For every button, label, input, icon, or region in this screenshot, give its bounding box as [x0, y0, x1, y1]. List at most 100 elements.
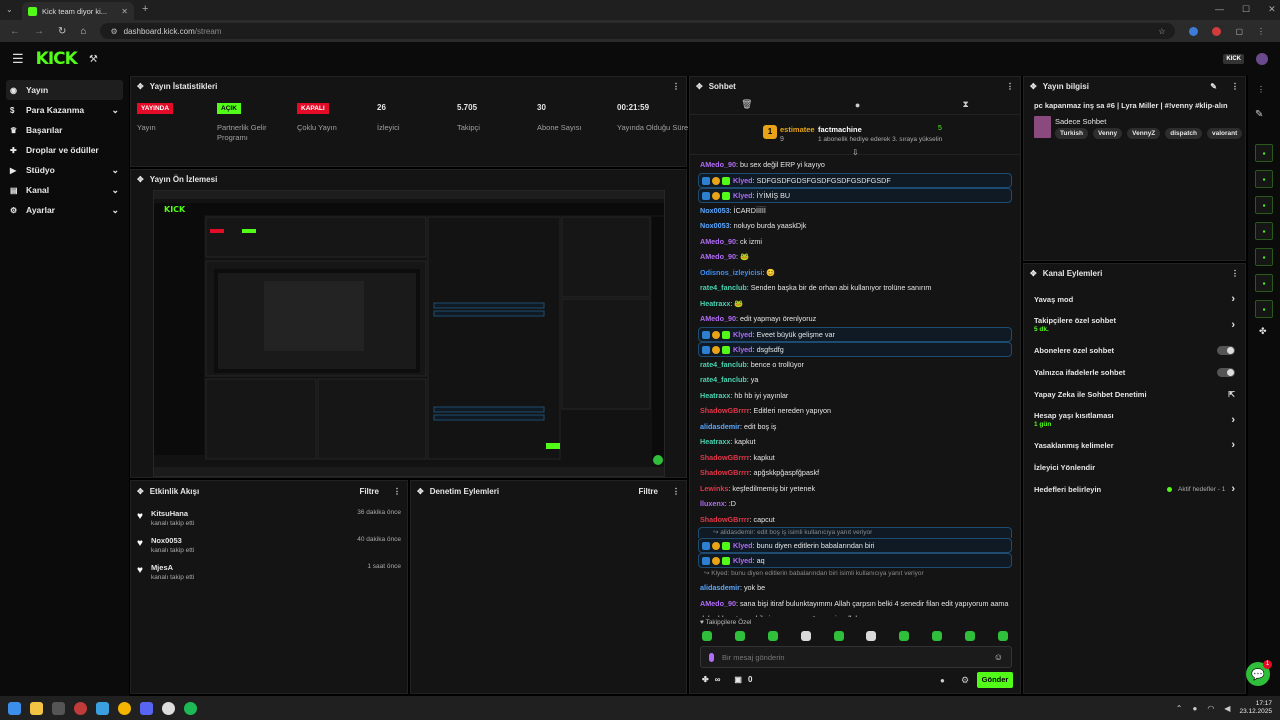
- clock[interactable]: 17:17 23.12.2025: [1239, 700, 1272, 716]
- channel-action-2[interactable]: Abonelere özel sohbet: [1024, 339, 1245, 361]
- emote-icon[interactable]: [932, 631, 943, 641]
- emote-icon[interactable]: [833, 631, 844, 641]
- event-user[interactable]: KitsuHana: [151, 509, 349, 518]
- channel-action-8[interactable]: Hedefleri belirleyin Aktif hedefler - 1 ›: [1024, 478, 1245, 500]
- trash-icon[interactable]: 🗑: [741, 99, 752, 110]
- chat-message[interactable]: Odisnos_izleyicisi: 😊: [690, 265, 1020, 281]
- chat-username[interactable]: rate4_fanclub: [700, 375, 747, 384]
- chat-username[interactable]: rate4_fanclub: [700, 283, 747, 292]
- chat-message[interactable]: Heatraxx: hb hb iyi yayınlar: [690, 388, 1020, 404]
- chat-username[interactable]: Odisnos_izleyicisi: [700, 268, 762, 277]
- avatar[interactable]: [1256, 53, 1268, 65]
- panel-menu-icon[interactable]: ⋮: [1231, 269, 1239, 278]
- chat-message[interactable]: ShadowGBrrrr: capcut: [690, 512, 1020, 528]
- chat-username[interactable]: Klyed: [733, 330, 753, 339]
- drag-handle-icon[interactable]: ✥: [417, 487, 424, 496]
- chat-username[interactable]: alidasdemir: [700, 422, 740, 431]
- chat-username[interactable]: AMedo_90: [700, 314, 736, 323]
- lightning-icon[interactable]: ▪: [1255, 170, 1273, 188]
- hammer-icon[interactable]: ⚒: [89, 54, 98, 65]
- category-name[interactable]: Sadece Sohbet: [1055, 117, 1106, 126]
- chat-message[interactable]: ShadowGBrrrr: Editleri nereden yapıyon: [690, 403, 1020, 419]
- emote-icon[interactable]: [734, 631, 745, 641]
- tag-chip[interactable]: Venny: [1093, 128, 1123, 139]
- chat-username[interactable]: ShadowGBrrrr: [700, 468, 750, 477]
- sidebar-item-6[interactable]: ⚙ Ayarlar ⌄: [6, 200, 123, 220]
- sidebar-item-4[interactable]: ▶ Stüdyo ⌄: [6, 160, 123, 180]
- chat-username[interactable]: AMedo_90: [700, 599, 736, 608]
- chat-message[interactable]: Klyed: aq: [698, 553, 1012, 568]
- support-chat-button[interactable]: 💬 1: [1246, 660, 1272, 686]
- site-info-icon[interactable]: ⚙: [110, 27, 117, 36]
- emote-icon[interactable]: [965, 631, 975, 641]
- channel-action-0[interactable]: Yavaş mod ›: [1024, 288, 1245, 310]
- points-icon[interactable]: ✤: [702, 675, 709, 684]
- gift-user-1[interactable]: estimatee: [780, 125, 815, 134]
- tag-chip[interactable]: valorant: [1207, 128, 1243, 139]
- chat-message[interactable]: rate4_fanclub: bence o trollüyor: [690, 357, 1020, 373]
- event-user[interactable]: MjesA: [151, 563, 359, 572]
- file-explorer-icon[interactable]: [30, 701, 43, 715]
- panel-menu-icon[interactable]: ⋮: [672, 82, 680, 91]
- chat-message[interactable]: Nox0053: noluyo burda yaaskDjk: [690, 218, 1020, 234]
- chat-message[interactable]: Lewinks: keşfedilmemiş bir yetenek: [690, 481, 1020, 497]
- new-tab-button[interactable]: +: [142, 3, 148, 15]
- tag-chip[interactable]: VennyZ: [1127, 128, 1161, 139]
- emote-icon[interactable]: [800, 631, 811, 641]
- panel-menu-icon[interactable]: ⋮: [1231, 82, 1239, 91]
- send-button[interactable]: Gönder: [977, 672, 1013, 688]
- chat-message[interactable]: rate4_fanclub: ya: [690, 372, 1020, 388]
- chat-message[interactable]: AMedo_90: ck izmi: [690, 234, 1020, 250]
- sidebar-item-1[interactable]: $ Para Kazanma ⌄: [6, 100, 123, 120]
- chat-message[interactable]: Klyed: Eveet büyük gelişme var: [698, 326, 1012, 342]
- chat-username[interactable]: ShadowGBrrrr: [700, 515, 750, 524]
- address-field[interactable]: ⚙ dashboard.kick.com/stream ☆: [100, 23, 1176, 39]
- chat-username[interactable]: Heatraxx: [700, 391, 730, 400]
- wrench-icon[interactable]: ▪: [1255, 300, 1273, 318]
- app-icon[interactable]: [74, 701, 87, 715]
- filter-button[interactable]: Filtre: [638, 487, 658, 496]
- reload-icon[interactable]: ↻: [58, 26, 66, 37]
- tag-chip[interactable]: dispatch: [1165, 128, 1203, 139]
- chat-message[interactable]: AMedo_90: sana bişi itiraf bulunktayımmı…: [690, 596, 1020, 612]
- edit-pencil-icon[interactable]: ✎: [1255, 109, 1263, 120]
- emote-icon[interactable]: [767, 631, 778, 641]
- chat-username[interactable]: lluxenx: [700, 499, 725, 508]
- panel-menu-icon[interactable]: ⋮: [1257, 85, 1265, 94]
- chat-username[interactable]: ShadowGBrrrr: [700, 406, 750, 415]
- panel-menu-icon[interactable]: ⋮: [672, 487, 680, 496]
- browser-tab[interactable]: Kick team diyor ki... ✕: [22, 2, 134, 20]
- emote-icon[interactable]: [899, 631, 910, 641]
- chat-username[interactable]: Lewinks: [700, 484, 728, 493]
- channel-action-3[interactable]: Yalnızca ifadelerle sohbet: [1024, 361, 1245, 383]
- kick-logo[interactable]: KICK: [36, 49, 78, 69]
- gift-user-2[interactable]: factmachine: [818, 125, 862, 134]
- gift-box-icon[interactable]: ▣: [734, 675, 742, 684]
- chat-username[interactable]: Klyed: [733, 541, 753, 550]
- emoji-icon[interactable]: ☺: [994, 652, 1003, 662]
- emote-icon[interactable]: [702, 631, 712, 641]
- back-icon[interactable]: ←: [10, 26, 20, 37]
- chat-message[interactable]: ShadowGBrrrr: kapkut: [690, 450, 1020, 466]
- chat-message[interactable]: alidasdemir: edit boş iş: [690, 419, 1020, 435]
- tab-menu-icon[interactable]: ⌄: [6, 5, 13, 14]
- drag-handle-icon[interactable]: ✥: [1030, 269, 1037, 278]
- raid-icon[interactable]: ✤: [1255, 326, 1273, 337]
- drag-handle-icon[interactable]: ✥: [137, 82, 144, 91]
- spotify-icon[interactable]: [184, 701, 197, 715]
- emote-icon[interactable]: [997, 631, 1008, 641]
- chat-message[interactable]: Klyed: SDFGSDFGDSFGSDFGSDFGSDFGSDF: [698, 172, 1012, 188]
- chat-username[interactable]: Nox0053: [700, 206, 730, 215]
- chat-message[interactable]: AMedo_90: edit yapmayı örenlyoruz: [690, 311, 1020, 327]
- sidebar-item-0[interactable]: ◉ Yayın: [6, 80, 123, 100]
- kick-mini-logo-icon[interactable]: KICK: [1223, 54, 1244, 64]
- chat-username[interactable]: Klyed: [733, 345, 753, 354]
- channel-action-7[interactable]: İzleyici Yönlendir: [1024, 456, 1245, 478]
- stream-preview-video[interactable]: KICK: [153, 190, 665, 477]
- bookmark-star-icon[interactable]: ☆: [1158, 27, 1165, 36]
- filter-button[interactable]: Filtre: [359, 487, 379, 496]
- obs-icon[interactable]: [162, 701, 175, 715]
- emote-icon[interactable]: [866, 631, 877, 641]
- toggle-switch[interactable]: [1217, 345, 1235, 355]
- home-icon[interactable]: ⌂: [80, 26, 86, 37]
